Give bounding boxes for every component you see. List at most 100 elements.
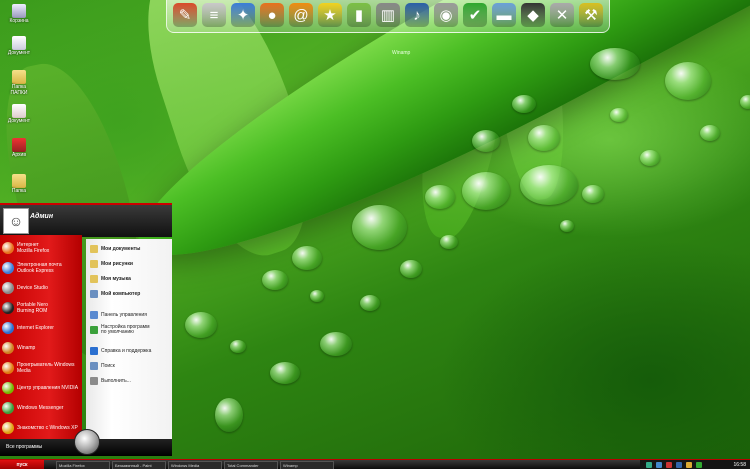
taskbar-task-button[interactable]: Mozilla Firefox xyxy=(56,461,110,469)
vlc-check-icon[interactable]: ✔ xyxy=(463,3,487,27)
wallpaper-drop xyxy=(665,62,711,100)
start-menu-program-item[interactable]: Центр управления NVIDIA xyxy=(2,379,82,397)
start-menu-item-label: Portable Nero Burning ROM xyxy=(17,302,48,314)
desktop-icon[interactable]: Архив xyxy=(2,138,36,158)
system-tray: 16:58 xyxy=(640,460,750,469)
desktop-icon[interactable]: Папка ПАПКИ xyxy=(2,70,36,96)
start-menu-program-item[interactable]: Проигрыватель Windows Media xyxy=(2,359,82,377)
run-icon xyxy=(90,377,98,385)
wallpaper-drop xyxy=(270,362,300,384)
desktop-icon[interactable]: Папка xyxy=(2,174,36,194)
defaults-icon xyxy=(90,326,98,334)
gauge-icon[interactable]: ▮ xyxy=(347,3,371,27)
start-menu-place-item[interactable]: Справка и поддержка xyxy=(90,345,172,357)
paint-icon[interactable]: ✎ xyxy=(173,3,197,27)
wallpaper-drop xyxy=(215,398,243,432)
start-menu-item-label: Электронная почта Outlook Express xyxy=(17,262,62,274)
speaker-icon[interactable]: ◉ xyxy=(434,3,458,27)
tools-icon[interactable]: ✕ xyxy=(550,3,574,27)
archive-icon xyxy=(12,138,26,152)
wallpaper-drop xyxy=(292,246,322,270)
start-menu-place-item[interactable]: Настройка программ по умолчанию xyxy=(90,324,172,336)
desktop-icon[interactable]: Документ xyxy=(2,104,36,124)
start-menu-program-item[interactable]: Winamp xyxy=(2,339,82,357)
start-orb-icon[interactable] xyxy=(74,429,100,455)
start-menu-program-item[interactable]: Internet Explorer xyxy=(2,319,82,337)
firefox-icon[interactable]: ● xyxy=(260,3,284,27)
wallpaper-drop xyxy=(610,108,628,122)
desktop-icon-label: Папка ПАПКИ xyxy=(10,84,28,96)
document-icon xyxy=(12,104,26,118)
computer-icon xyxy=(90,290,98,298)
taskbar-task-button[interactable]: Total Commander xyxy=(224,461,278,469)
desktop-icon-label: Папка xyxy=(11,188,27,194)
wallpaper-drop xyxy=(528,125,560,151)
start-button[interactable]: пуск xyxy=(0,460,44,469)
start-menu-program-item[interactable]: Windows Messenger xyxy=(2,399,82,417)
wallpaper-drop xyxy=(440,235,458,249)
start-menu-item-label: Проигрыватель Windows Media xyxy=(17,362,75,374)
start-menu-program-item[interactable]: Portable Nero Burning ROM xyxy=(2,299,82,317)
start-menu-place-item[interactable]: Поиск xyxy=(90,360,172,372)
fox-icon[interactable]: ◆ xyxy=(521,3,545,27)
taskbar-task-button[interactable]: Winamp xyxy=(280,461,334,469)
start-menu-place-item[interactable]: Выполнить... xyxy=(90,375,172,387)
all-programs-button[interactable]: Все программы xyxy=(6,444,42,450)
antivirus-icon[interactable] xyxy=(666,462,672,468)
start-menu-item-label: Справка и поддержка xyxy=(101,347,152,354)
music-note-icon[interactable]: ♪ xyxy=(405,3,429,27)
notepad-icon[interactable]: ≡ xyxy=(202,3,226,27)
start-menu-place-item[interactable]: Панель управления xyxy=(90,309,172,321)
ie-icon xyxy=(2,322,14,334)
start-menu-place-item[interactable]: Моя музыка xyxy=(90,273,172,285)
start-menu-program-item[interactable]: Электронная почта Outlook Express xyxy=(2,259,82,277)
start-menu-place-item[interactable]: Мои документы xyxy=(90,243,172,255)
folder-icon xyxy=(90,245,98,253)
wallpaper-drop xyxy=(400,260,422,278)
firefox-icon xyxy=(2,242,14,254)
butterfly-icon[interactable]: ✦ xyxy=(231,3,255,27)
clock[interactable]: 16:58 xyxy=(733,460,746,469)
taskbar: пуск Mozilla Firefox Безымянный - Paint Wi… xyxy=(0,459,750,469)
user-avatar[interactable]: ☺ xyxy=(3,208,29,234)
user-name: Админ xyxy=(30,213,54,220)
taskbar-task-button[interactable]: Windows Media xyxy=(168,461,222,469)
desktop-icon-label: Документ xyxy=(7,50,31,56)
start-menu-program-item[interactable]: Интернет Mozilla Firefox xyxy=(2,239,82,257)
desktop-icon[interactable]: Документ xyxy=(2,36,36,56)
wallpaper-drop xyxy=(320,332,352,356)
desktop-icon[interactable]: Корзина xyxy=(2,4,36,24)
equalizer-icon[interactable]: ▥ xyxy=(376,3,400,27)
device-icon xyxy=(2,282,14,294)
start-menu-item-label: Мой компьютер xyxy=(101,290,141,297)
mail-at-icon[interactable]: @ xyxy=(289,3,313,27)
folder-icon[interactable]: ▬ xyxy=(492,3,516,27)
star-icon[interactable]: ★ xyxy=(318,3,342,27)
dock-tooltip: Winamp xyxy=(392,50,411,56)
mail-icon xyxy=(2,262,14,274)
folder-icon xyxy=(12,70,26,84)
update-icon[interactable] xyxy=(686,462,692,468)
messenger-tray-icon[interactable] xyxy=(696,462,702,468)
start-menu-place-item[interactable]: Мои рисунки xyxy=(90,258,172,270)
language-icon[interactable] xyxy=(676,462,682,468)
wallpaper-drop xyxy=(700,125,720,141)
start-menu-item-label: Winamp xyxy=(17,345,36,351)
wallpaper-drop xyxy=(262,270,288,290)
start-menu-program-item[interactable]: Знакомство с Windows XP xyxy=(2,419,82,437)
app-dock: ✎ ≡ ✦ ● @ ★ ▮ ▥ ♪ ◉ ✔ ▬ ◆ ✕ ⚒ xyxy=(166,0,610,33)
volume-icon[interactable] xyxy=(646,462,652,468)
start-menu-program-item[interactable]: Device Studio xyxy=(2,279,82,297)
network-icon[interactable] xyxy=(656,462,662,468)
desktop-icon-label: Документ xyxy=(7,118,31,124)
media-player-icon xyxy=(2,362,14,374)
start-menu-place-item[interactable]: Мой компьютер xyxy=(90,288,172,300)
messenger-icon xyxy=(2,402,14,414)
hammer-icon[interactable]: ⚒ xyxy=(579,3,603,27)
wallpaper-drop xyxy=(310,290,324,302)
start-menu-item-label: Поиск xyxy=(101,362,115,369)
start-menu-item-label: Internet Explorer xyxy=(17,325,54,331)
taskbar-task-button[interactable]: Безымянный - Paint xyxy=(112,461,166,469)
control-panel-icon xyxy=(90,311,98,319)
desktop[interactable]: Корзина Документ Папка ПАПКИ Документ Ар… xyxy=(0,0,750,469)
